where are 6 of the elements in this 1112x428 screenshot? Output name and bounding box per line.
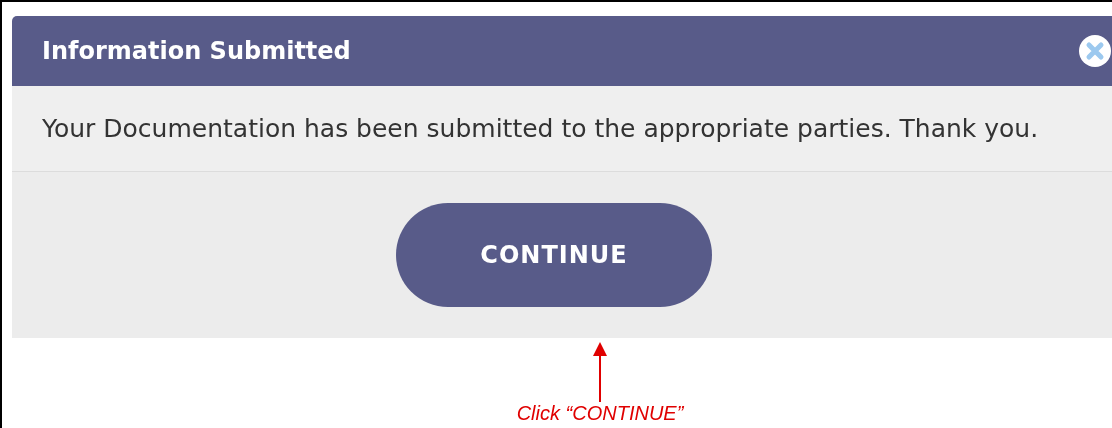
message-text: Your Documentation has been submitted to the appropriate parties. Thank you. <box>42 114 1039 143</box>
annotation-caption: Click “CONTINUE” <box>516 402 684 424</box>
annotation-arrow <box>592 342 608 402</box>
continue-button[interactable]: CONTINUE <box>396 203 712 307</box>
dialog-title: Information Submitted <box>42 37 351 65</box>
close-icon[interactable] <box>1078 34 1112 68</box>
